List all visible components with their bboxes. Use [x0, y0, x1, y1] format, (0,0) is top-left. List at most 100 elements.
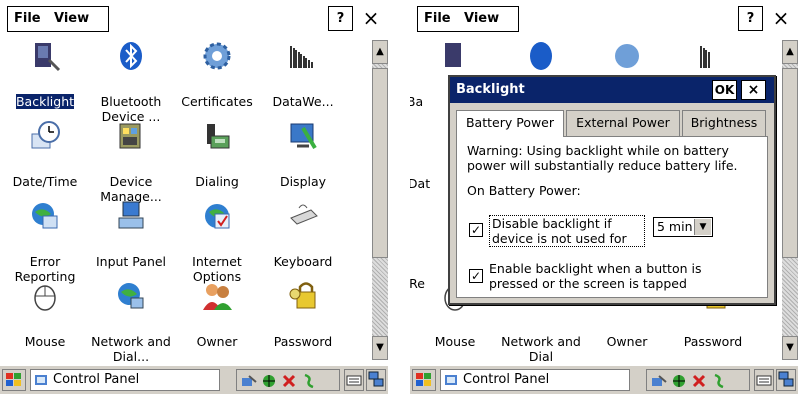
icon-label: Mouse	[24, 334, 66, 349]
icon-datawedge[interactable]: DataWe...	[260, 40, 346, 120]
bluetooth-tray-icon[interactable]	[281, 373, 297, 389]
tab-external-power[interactable]: External Power	[566, 110, 680, 136]
datawedge-icon	[700, 46, 710, 68]
taskbar-label: Control Panel	[463, 372, 550, 387]
menu-file[interactable]: File	[14, 11, 41, 26]
globe-tray-icon[interactable]	[261, 373, 277, 389]
icon-label: Owner	[196, 334, 238, 349]
enable-backlight-label[interactable]: Enable backlight when a button is presse…	[489, 261, 739, 291]
icon-label: Backlight	[14, 93, 76, 110]
help-button[interactable]: ?	[328, 6, 353, 31]
keyboard-button[interactable]	[754, 369, 774, 391]
scroll-up-icon[interactable]: ▲	[372, 40, 388, 64]
start-button[interactable]	[2, 369, 26, 391]
backlight-icon	[445, 43, 461, 67]
menu-bar: File View ? ×	[412, 2, 794, 36]
warning-text: Warning: Using backlight while on batter…	[467, 143, 738, 173]
icon-label: Input Panel	[95, 254, 167, 269]
ok-button[interactable]: OK	[712, 80, 737, 100]
disable-backlight-checkbox[interactable]: ✓	[469, 223, 483, 237]
datawedge-icon	[290, 46, 313, 68]
scroll-up-icon[interactable]: ▲	[782, 40, 798, 64]
scroll-thumb[interactable]	[372, 68, 388, 258]
key-icon	[289, 282, 316, 309]
taskbar-control-panel[interactable]: Control Panel	[30, 369, 220, 391]
icon-internet-options[interactable]: Internet Options	[174, 200, 260, 284]
icon-certificates[interactable]: Certificates	[174, 40, 260, 120]
scroll-down-icon[interactable]: ▼	[372, 336, 388, 360]
windows-flag-icon	[416, 373, 431, 386]
tab-battery-power[interactable]: Battery Power	[456, 110, 564, 137]
network-tray-icon[interactable]	[241, 373, 257, 389]
taskbar-control-panel[interactable]: Control Panel	[440, 369, 630, 391]
network-tray-icon[interactable]	[651, 373, 667, 389]
switch-window-button[interactable]	[366, 369, 386, 391]
taskbar: Control Panel	[410, 365, 798, 394]
device-manager-icon	[119, 123, 141, 149]
keyboard-icon	[756, 375, 772, 386]
icon-mouse[interactable]: Mouse	[2, 280, 88, 360]
icon-label: Mouse	[434, 334, 476, 349]
tab-brightness[interactable]: Brightness	[682, 110, 766, 136]
globe-icon	[205, 204, 230, 229]
icon-label: DataWe...	[272, 94, 334, 109]
mouse-icon	[34, 285, 56, 311]
icon-label: Dialing	[195, 174, 239, 189]
switch-window-button[interactable]	[776, 369, 796, 391]
disable-backlight-label[interactable]: Disable backlight if device is not used …	[489, 215, 645, 247]
icon-bluetooth[interactable]: Bluetooth Device ...	[88, 40, 174, 124]
keyboard-icon	[290, 204, 318, 225]
windows-icon	[778, 371, 794, 387]
icon-error-reporting[interactable]: Error Reporting	[2, 200, 88, 284]
icon-network[interactable]: Network and Dial...	[88, 280, 174, 364]
dialog-close-button[interactable]: ×	[741, 80, 766, 100]
certificates-icon	[615, 44, 639, 68]
enable-backlight-checkbox[interactable]: ✓	[469, 269, 483, 283]
clock-icon	[31, 121, 60, 149]
icon-display[interactable]: Display	[260, 120, 346, 200]
scroll-thumb[interactable]	[782, 68, 798, 258]
control-panel-icon	[35, 375, 47, 385]
icon-label: Password	[273, 334, 333, 349]
icon-label: Display	[279, 174, 327, 189]
close-button[interactable]: ×	[768, 6, 794, 31]
chevron-down-icon[interactable]: ▼	[694, 219, 711, 235]
icon-password[interactable]: Password	[260, 280, 346, 360]
menu-file[interactable]: File	[424, 11, 451, 26]
bluetooth-tray-icon[interactable]	[691, 373, 707, 389]
scroll-down-icon[interactable]: ▼	[782, 336, 798, 360]
icon-label: Keyboard	[273, 254, 333, 269]
backlight-icon	[35, 43, 61, 72]
vertical-scrollbar[interactable]: ▲ ▼	[372, 40, 388, 360]
input-panel-icon	[118, 201, 144, 229]
icon-input-panel[interactable]: Input Panel	[88, 200, 174, 280]
control-panel-screen-right: File View ? × Ba Dat Re Mouse Network an…	[410, 0, 798, 394]
icon-owner[interactable]: Owner	[174, 280, 260, 360]
start-button[interactable]	[412, 369, 436, 391]
keyboard-button[interactable]	[344, 369, 364, 391]
bluetooth-icon	[120, 42, 142, 70]
battery-power-panel: Warning: Using backlight while on batter…	[456, 136, 768, 298]
timeout-dropdown[interactable]: 5 min ▼	[653, 217, 713, 237]
battery-tray-icon[interactable]	[301, 373, 317, 389]
icon-label: Network and Dial	[501, 334, 581, 364]
vertical-scrollbar[interactable]: ▲ ▼	[782, 40, 798, 360]
error-reporting-icon	[32, 203, 58, 229]
windows-flag-icon	[6, 373, 21, 386]
icon-label: Date/Time	[12, 174, 78, 189]
help-button[interactable]: ?	[738, 6, 763, 31]
close-button[interactable]: ×	[358, 6, 384, 31]
icon-keyboard[interactable]: Keyboard	[260, 200, 346, 280]
icon-backlight[interactable]: Backlight	[2, 40, 88, 120]
icon-date-time[interactable]: Date/Time	[2, 120, 88, 200]
icon-device-manager[interactable]: Device Manage...	[88, 120, 174, 204]
icon-label: Owner	[606, 334, 648, 349]
globe-tray-icon[interactable]	[671, 373, 687, 389]
windows-icon	[368, 371, 384, 387]
battery-tray-icon[interactable]	[711, 373, 727, 389]
dialog-title: Backlight	[456, 82, 525, 97]
icon-dialing[interactable]: Dialing	[174, 120, 260, 200]
menu-view[interactable]: View	[54, 11, 89, 26]
control-panel-icon	[445, 375, 457, 385]
menu-view[interactable]: View	[464, 11, 499, 26]
